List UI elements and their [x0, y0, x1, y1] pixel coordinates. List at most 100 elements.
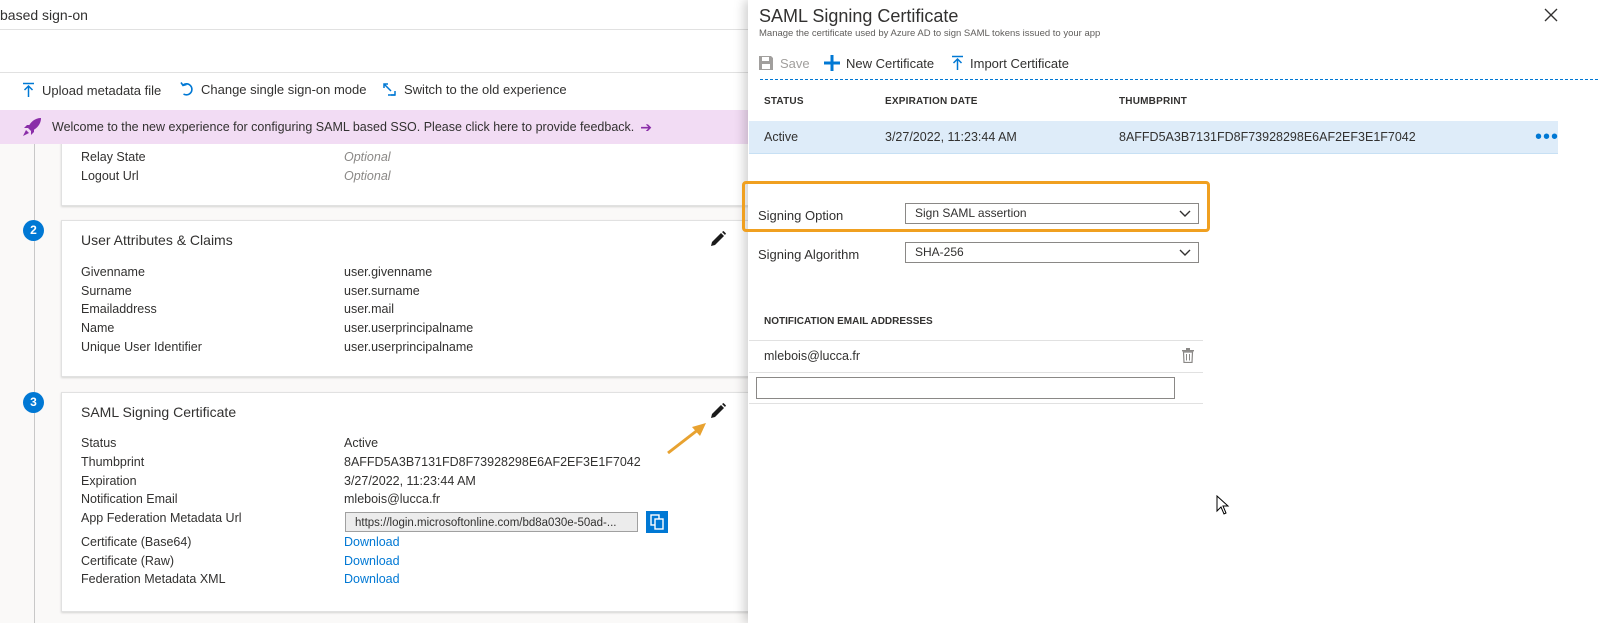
- panel-subtitle: Manage the certificate used by Azure AD …: [759, 28, 1101, 39]
- signing-option-label: Signing Option: [758, 208, 844, 223]
- field-label: Logout Url: [81, 169, 139, 183]
- signing-algorithm-label: Signing Algorithm: [758, 247, 860, 262]
- column-header-status: STATUS: [764, 96, 804, 107]
- field-label: Emailaddress: [81, 302, 157, 316]
- import-certificate-label: Import Certificate: [970, 55, 1069, 71]
- cert-expiration: 3/27/2022, 11:23:44 AM: [885, 130, 1017, 144]
- step-2-badge: 2: [23, 220, 44, 241]
- divider: [749, 403, 1203, 404]
- new-certificate-label: New Certificate: [846, 55, 935, 71]
- save-icon: [759, 56, 773, 70]
- saml-signing-certificate-card: SAML Signing Certificate Status Active T…: [61, 392, 748, 612]
- relay-state-row: Relay State Optional: [81, 150, 741, 168]
- more-options-icon[interactable]: •••: [1535, 126, 1559, 149]
- notification-emails-header: NOTIFICATION EMAIL ADDRESSES: [764, 316, 933, 327]
- cert-status-row: Status Active: [81, 436, 741, 454]
- card-title: SAML Signing Certificate: [81, 404, 237, 420]
- feedback-banner-text: Welcome to the new experience for config…: [52, 120, 635, 134]
- plus-icon: [824, 55, 840, 71]
- chevron-down-icon: [1179, 210, 1191, 217]
- cert-thumbprint-row: Thumbprint 8AFFD5A3B7131FD8F73928298E6AF…: [81, 455, 741, 473]
- save-label: Save: [780, 55, 810, 71]
- basic-saml-config-card: Relay State Optional Logout Url Optional: [61, 144, 748, 206]
- field-label: Expiration: [81, 474, 137, 488]
- field-value: 8AFFD5A3B7131FD8F73928298E6AF2EF3E1F7042: [344, 455, 641, 469]
- steps-timeline-line: [34, 144, 35, 623]
- cert-expiration-row: Expiration 3/27/2022, 11:23:44 AM: [81, 474, 741, 492]
- column-header-expiration: EXPIRATION DATE: [885, 96, 978, 107]
- field-label: Notification Email: [81, 492, 178, 506]
- new-email-input[interactable]: [756, 377, 1175, 399]
- change-sso-mode-button[interactable]: Change single sign-on mode: [180, 82, 367, 97]
- field-label: Surname: [81, 284, 132, 298]
- field-value: user.mail: [344, 302, 395, 316]
- field-label: Name: [81, 321, 115, 335]
- copy-icon: [650, 514, 664, 530]
- panel-title: SAML Signing Certificate: [759, 6, 959, 26]
- cert-notification-email-row: Notification Email mlebois@lucca.fr: [81, 492, 741, 510]
- download-raw-link[interactable]: Download: [344, 554, 400, 568]
- field-value: Optional: [344, 150, 391, 164]
- edit-pencil-icon[interactable]: [710, 231, 726, 247]
- arrow-right-icon: ➔: [640, 118, 652, 135]
- upload-icon: [952, 55, 963, 70]
- chevron-down-icon: [1179, 249, 1191, 256]
- card-title: User Attributes & Claims: [81, 232, 233, 248]
- claim-row: Name user.userprincipalname: [81, 321, 741, 339]
- field-label: Relay State: [81, 150, 146, 164]
- field-value: Optional: [344, 169, 391, 183]
- sso-config-content: Relay State Optional Logout Url Optional…: [0, 144, 748, 623]
- new-certificate-button[interactable]: New Certificate: [824, 55, 934, 71]
- feedback-banner[interactable]: Welcome to the new experience for config…: [0, 110, 748, 144]
- field-label: Certificate (Base64): [81, 535, 192, 549]
- metadata-url-field[interactable]: https://login.microsoftonline.com/bd8a03…: [345, 512, 638, 532]
- field-value: 3/27/2022, 11:23:44 AM: [344, 474, 476, 488]
- field-label: Status: [81, 436, 117, 450]
- signing-option-value: Sign SAML assertion: [915, 206, 1027, 220]
- field-label: Certificate (Raw): [81, 554, 175, 568]
- download-base64-link[interactable]: Download: [344, 535, 400, 549]
- field-value: user.userprincipalname: [344, 321, 474, 335]
- import-certificate-button[interactable]: Import Certificate: [951, 55, 1069, 71]
- field-label: Givenname: [81, 265, 145, 279]
- edit-pencil-icon[interactable]: [710, 403, 726, 419]
- field-value: user.surname: [344, 284, 420, 298]
- switch-arrows-icon: [383, 83, 396, 96]
- divider: [749, 372, 1203, 373]
- saml-signing-certificate-panel: SAML Signing Certificate Manage the cert…: [742, 0, 1598, 623]
- download-xml-link[interactable]: Download: [344, 572, 400, 586]
- rocket-icon: [23, 118, 41, 136]
- switch-old-experience-label: Switch to the old experience: [404, 82, 567, 97]
- close-icon[interactable]: [1544, 8, 1558, 22]
- upload-metadata-button[interactable]: Upload metadata file: [22, 82, 161, 98]
- cert-raw-row: Certificate (Raw) Download: [81, 554, 741, 572]
- signing-algorithm-select[interactable]: SHA-256: [905, 242, 1199, 263]
- upload-icon: [23, 82, 34, 97]
- notification-email: mlebois@lucca.fr: [764, 349, 861, 363]
- cert-thumbprint: 8AFFD5A3B7131FD8F73928298E6AF2EF3E1F7042: [1119, 130, 1416, 144]
- certificate-row[interactable]: Active 3/27/2022, 11:23:44 AM 8AFFD5A3B7…: [749, 121, 1558, 154]
- divider: [749, 340, 1203, 341]
- logout-url-row: Logout Url Optional: [81, 169, 741, 187]
- save-button[interactable]: Save: [758, 55, 810, 71]
- field-label: App Federation Metadata Url: [81, 511, 242, 525]
- blade-title: based sign-on: [0, 7, 88, 23]
- claim-row: Surname user.surname: [81, 284, 741, 302]
- field-label: Federation Metadata XML: [81, 572, 226, 586]
- switch-old-experience-button[interactable]: Switch to the old experience: [382, 82, 567, 97]
- column-header-thumbprint: THUMBPRINT: [1119, 96, 1188, 107]
- copy-button[interactable]: [646, 511, 668, 533]
- cert-base64-row: Certificate (Base64) Download: [81, 535, 741, 553]
- federation-xml-row: Federation Metadata XML Download: [81, 572, 741, 590]
- field-value: Active: [344, 436, 379, 450]
- claim-row: Emailaddress user.mail: [81, 302, 741, 320]
- mouse-cursor-icon: [1216, 495, 1230, 515]
- field-value: mlebois@lucca.fr: [344, 492, 441, 506]
- signing-option-select[interactable]: Sign SAML assertion: [905, 203, 1199, 224]
- trash-icon[interactable]: [1182, 348, 1194, 363]
- field-value: user.userprincipalname: [344, 340, 474, 354]
- step-3-badge: 3: [23, 392, 44, 413]
- undo-icon: [180, 82, 193, 96]
- upload-metadata-label: Upload metadata file: [42, 82, 162, 98]
- change-sso-mode-label: Change single sign-on mode: [201, 82, 367, 97]
